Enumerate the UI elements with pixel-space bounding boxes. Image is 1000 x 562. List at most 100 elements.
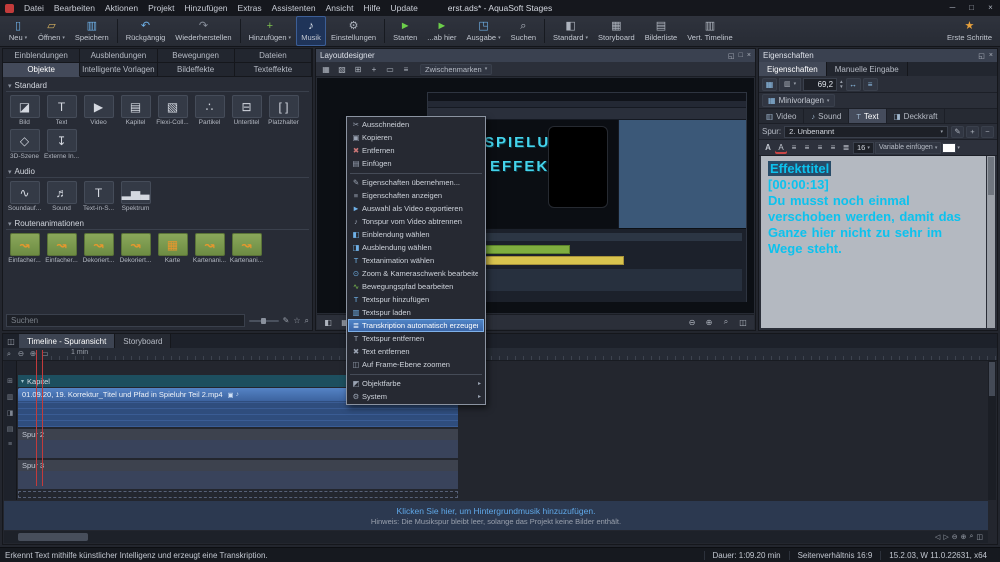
empty-track-placeholder[interactable] xyxy=(18,491,458,498)
context-menu-item-text-entfernen[interactable]: ✖ Text entfernen ▸ xyxy=(348,345,484,358)
layout-status-zoom-search[interactable]: ⌕ xyxy=(719,316,733,328)
properties-window-float-button[interactable]: ◱ xyxy=(978,52,985,60)
menu-hinzufuegen[interactable]: Hinzufügen xyxy=(180,1,233,15)
properties-tab-eigenschaften[interactable]: Eigenschaften xyxy=(759,62,827,76)
track-body[interactable] xyxy=(18,471,458,489)
toolbox-item-text[interactable]: T Text xyxy=(43,95,80,127)
format-button-list[interactable]: ≣ xyxy=(840,142,852,154)
timeline-horizontal-scrollbar[interactable]: ◁▷⊖⊕⌕◫ xyxy=(4,531,988,543)
context-menu-item-tonspur-abtrennen[interactable]: ♪ Tonspur vom Video abtrennen ▸ xyxy=(348,215,484,228)
timeline-tool-zoom-in[interactable]: ⊕ xyxy=(27,349,39,359)
layout-tool-layout-presets[interactable]: ▧ xyxy=(335,63,349,75)
editor-scrollbar[interactable] xyxy=(987,156,995,328)
section-header-standard[interactable]: ▾ Standard xyxy=(6,78,309,92)
toolbar-button-wiederherstellen[interactable]: ↷ Wiederherstellen▾ xyxy=(170,16,236,46)
track-select[interactable]: 2. Unbenannt ▾ xyxy=(784,126,948,138)
layout-status-zoom-out[interactable]: ⊖ xyxy=(685,316,699,328)
track-button-add-track[interactable]: + xyxy=(966,126,979,138)
menu-ansicht[interactable]: Ansicht xyxy=(321,1,359,15)
rail-icon-track-menu[interactable]: ≡ xyxy=(8,441,12,448)
toolbox-item-kartenanimation-1[interactable]: ↝ Kartenani... xyxy=(191,233,228,265)
minivorlagen-button[interactable]: ▦ Minivorlagen ▾ xyxy=(762,94,835,107)
context-menu-item-einblendung-waehlen[interactable]: ◧ Einblendung wählen ▸ xyxy=(348,228,484,241)
layout-window-close-button[interactable]: × xyxy=(747,52,751,60)
scrollbar-thumb[interactable] xyxy=(18,533,88,541)
toolbar-button-neu[interactable]: ▯ Neu▾ xyxy=(3,16,33,46)
toolbox-item-route-dekoriert-2[interactable]: ↝ Dekoriert... xyxy=(117,233,154,265)
context-menu-item-zoom-kameraschwenk[interactable]: ⊙ Zoom & Kameraschwenk bearbeiten ▸ xyxy=(348,267,484,280)
layout-tool-move[interactable]: + xyxy=(367,63,381,75)
toolbar-button-suchen[interactable]: ⌕ Suchen▾ xyxy=(506,16,541,46)
toolbox-item-platzhalter[interactable]: [ ] Platzhalter xyxy=(265,95,302,127)
toolbox-tab-einblendungen[interactable]: Einblendungen xyxy=(3,49,80,63)
zwischenmarken-dropdown[interactable]: Zwischenmarken▾ xyxy=(420,64,492,75)
window-close-button[interactable]: × xyxy=(981,0,1000,16)
toolbar-button-ab-hier[interactable]: ► ...ab hier▾ xyxy=(422,16,461,46)
insert-variable-button[interactable]: Variable einfügen ▾ xyxy=(875,142,941,154)
font-size-select[interactable]: 16 ▾ xyxy=(853,142,874,154)
timeline-nav-zoom-search[interactable]: ⌕ xyxy=(969,533,973,541)
format-button-bold[interactable]: A xyxy=(762,142,774,154)
layout-tool-grid[interactable]: ▦ xyxy=(319,63,333,75)
menu-datei[interactable]: Datei xyxy=(19,1,49,15)
menu-projekt[interactable]: Projekt xyxy=(143,1,179,15)
timeline-panel-icon[interactable]: ◫ xyxy=(3,334,19,348)
toolbox-tab-bewegungen[interactable]: Bewegungen xyxy=(158,49,235,63)
toolbox-item-route-einfach-1[interactable]: ↝ Einfacher... xyxy=(6,233,43,265)
content-tab-deckkraft[interactable]: ◨ Deckkraft xyxy=(887,109,946,123)
timeline-ruler[interactable]: 1 min xyxy=(51,348,997,360)
menu-assistenten[interactable]: Assistenten xyxy=(267,1,321,15)
toolbox-tab-ausblendungen[interactable]: Ausblendungen xyxy=(80,49,157,63)
toolbar-button-rueckgaengig[interactable]: ↶ Rückgängig▾ xyxy=(121,16,171,46)
section-header-audio[interactable]: ▾ Audio xyxy=(6,164,309,178)
menu-extras[interactable]: Extras xyxy=(233,1,267,15)
context-menu-item-eigenschaften-uebernehmen[interactable]: ✎ Eigenschaften übernehmen... ▸ xyxy=(348,176,484,189)
section-header-routenanimationen[interactable]: ▾ Routenanimationen xyxy=(6,216,309,230)
window-minimize-button[interactable]: ─ xyxy=(943,0,962,16)
context-menu-item-frame-ebene-zoomen[interactable]: ◫ Auf Frame-Ebene zoomen ▸ xyxy=(348,358,484,371)
toolbox-zoom-slider[interactable] xyxy=(249,320,279,322)
timeline-nav-prev[interactable]: ◁ xyxy=(935,533,940,541)
toolbox-item-bild[interactable]: ◪ Bild xyxy=(6,95,43,127)
window-maximize-button[interactable]: □ xyxy=(962,0,981,16)
context-menu-item-eigenschaften-anzeigen[interactable]: ≡ Eigenschaften anzeigen ▸ xyxy=(348,189,484,202)
layout-window-float-button[interactable]: ◱ xyxy=(728,52,735,60)
toolbox-tool-zoom[interactable]: ⌕ xyxy=(305,316,309,326)
format-button-align-right[interactable]: ≡ xyxy=(814,142,826,154)
layout-status-zoom-in[interactable]: ⊕ xyxy=(702,316,716,328)
track-button-remove-track[interactable]: − xyxy=(981,126,994,138)
toolbar-button-bilderliste[interactable]: ▤ Bilderliste▾ xyxy=(640,16,683,46)
context-menu-item-textanimation-waehlen[interactable]: T Textanimation wählen ▸ xyxy=(348,254,484,267)
toolbox-search-input[interactable] xyxy=(6,314,245,327)
toolbox-tool-edit[interactable]: ✎ xyxy=(283,316,290,326)
format-button-align-left[interactable]: ≡ xyxy=(788,142,800,154)
layout-tool-aspect[interactable]: ▭ xyxy=(383,63,397,75)
duration-stepper[interactable]: ▲▼ xyxy=(839,79,843,89)
context-menu-item-ausblendung-waehlen[interactable]: ◨ Ausblendung wählen ▸ xyxy=(348,241,484,254)
toolbox-item-externe-inhalte[interactable]: ↧ Externe In... xyxy=(43,129,80,161)
toolbox-item-kapitel[interactable]: ▤ Kapitel xyxy=(117,95,154,127)
context-menu-item-textspur-entfernen[interactable]: T Textspur entfernen ▸ xyxy=(348,332,484,345)
layout-tool-guides[interactable]: ≡ xyxy=(399,63,413,75)
context-menu-item-kopieren[interactable]: ▣ Kopieren ▸ xyxy=(348,131,484,144)
layout-status-panel-toggle[interactable]: ◧ xyxy=(321,316,335,328)
toolbar-button-vert-timeline[interactable]: ▥ Vert. Timeline▾ xyxy=(682,16,737,46)
menu-hilfe[interactable]: Hilfe xyxy=(358,1,385,15)
context-menu-item-ausschneiden[interactable]: ✂ Ausschneiden ▸ xyxy=(348,118,484,131)
context-menu-item-auswahl-als-video-exportieren[interactable]: ► Auswahl als Video exportieren ▸ xyxy=(348,202,484,215)
toolbox-tab-bildeffekte[interactable]: Bildeffekte xyxy=(158,63,235,77)
context-menu-item-system[interactable]: ⚙ System ▸ xyxy=(348,390,484,403)
toolbox-item-soundaufnahme[interactable]: ∿ Soundauf... xyxy=(6,181,43,213)
object-type-button[interactable]: ▦ xyxy=(762,78,777,91)
rail-icon-opacity-track[interactable]: ◨ xyxy=(7,409,14,417)
rail-icon-text-track[interactable]: ▤ xyxy=(7,425,14,433)
content-tab-text[interactable]: T Text xyxy=(849,109,886,123)
properties-window-close-button[interactable]: × xyxy=(989,52,993,60)
toolbox-item-video[interactable]: ▶ Video xyxy=(80,95,117,127)
menu-bearbeiten[interactable]: Bearbeiten xyxy=(49,1,100,15)
object-select[interactable]: ▥ ▾ xyxy=(779,78,801,91)
layout-window-maximize-button[interactable]: □ xyxy=(739,52,743,60)
text-editor[interactable]: Effekttitel [00:00:13] Du musst noch ein… xyxy=(761,156,986,328)
toolbox-item-untertitel[interactable]: ⊟ Untertitel xyxy=(228,95,265,127)
toolbox-tab-dateien[interactable]: Dateien xyxy=(235,49,312,63)
